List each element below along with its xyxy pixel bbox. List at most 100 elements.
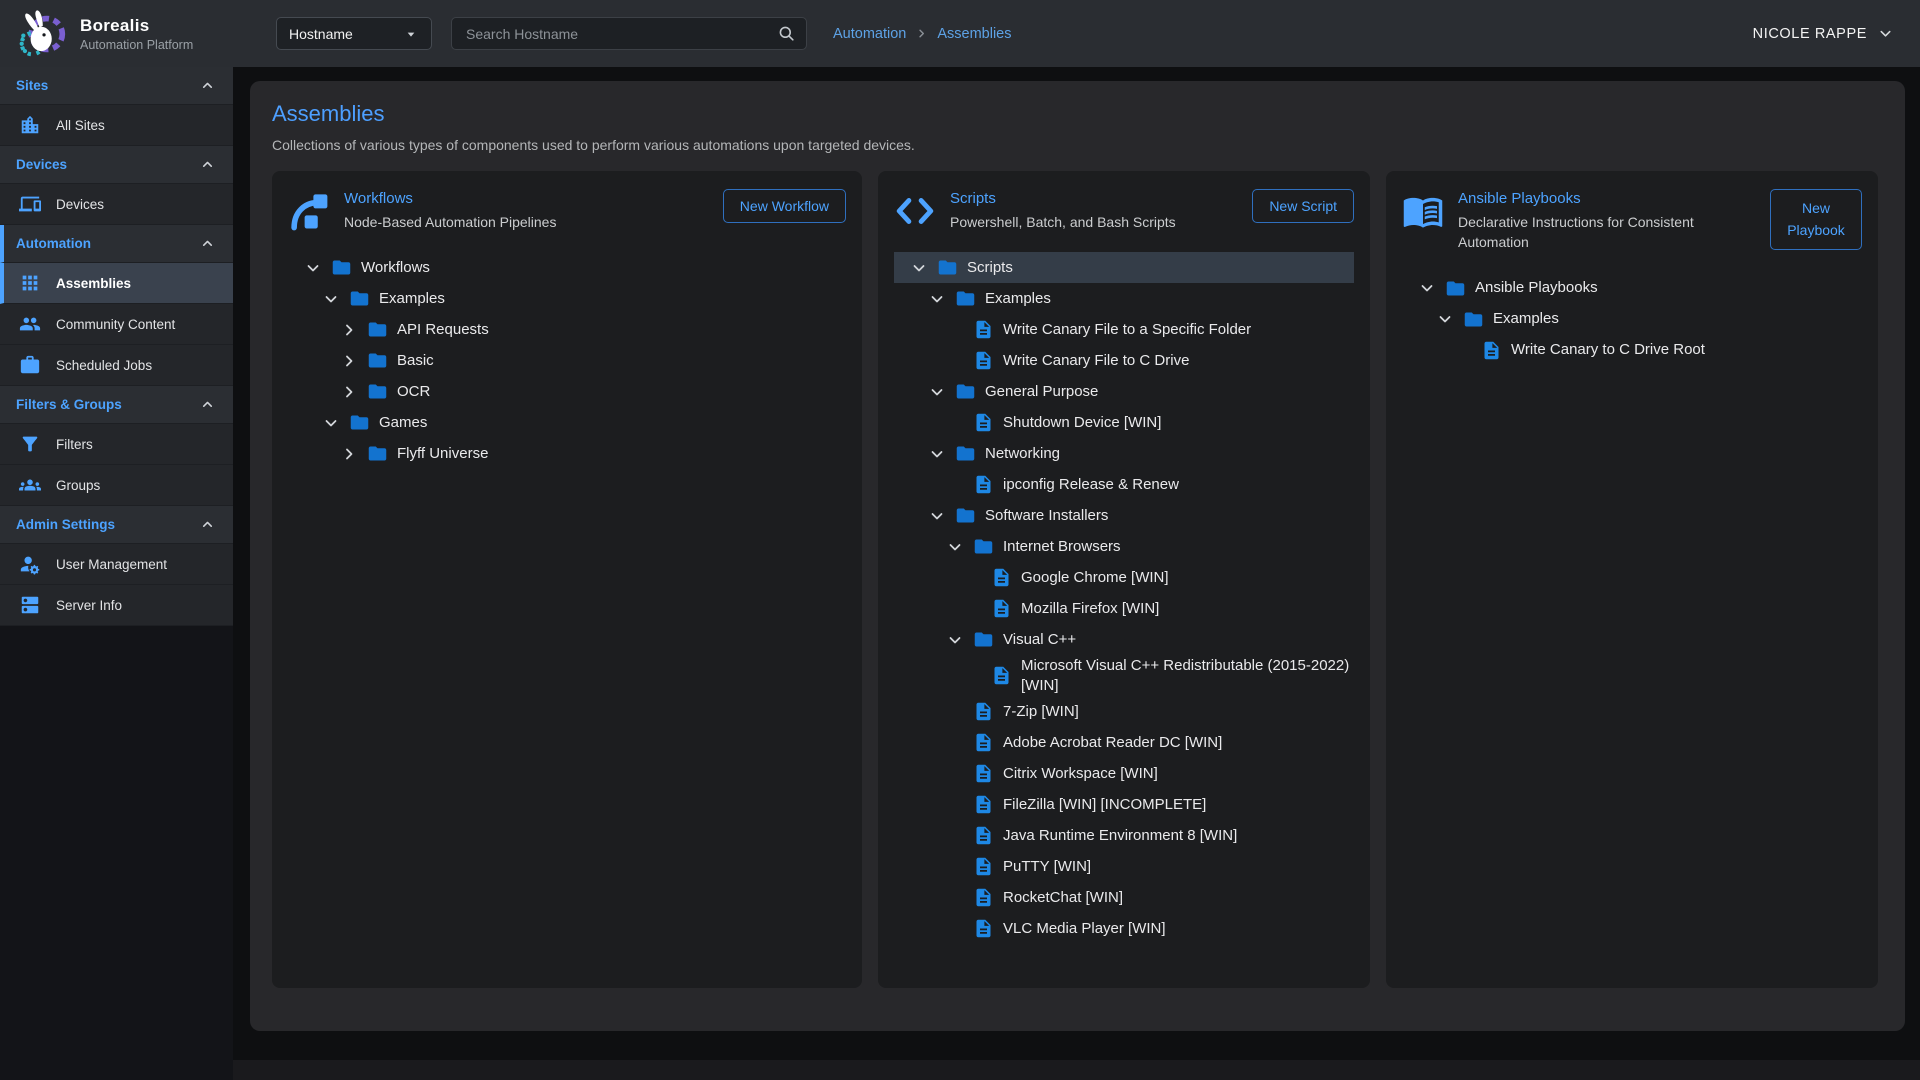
tree-item-workflows[interactable]: Workflows [288, 252, 846, 283]
tree-item-filezilla-win-incomplete[interactable]: FileZilla [WIN] [INCOMPLETE] [894, 789, 1354, 820]
sidebar-item-all-sites[interactable]: All Sites [0, 105, 233, 146]
chevron-down-icon[interactable] [322, 290, 340, 308]
chevron-right-icon[interactable] [340, 321, 358, 339]
new-script-button[interactable]: New Script [1252, 189, 1354, 223]
tree-item-google-chrome-win[interactable]: Google Chrome [WIN] [894, 562, 1354, 593]
chevron-right-icon[interactable] [340, 445, 358, 463]
sidebar-item-label: Assemblies [56, 276, 131, 291]
chevron-down-icon[interactable] [1418, 279, 1436, 297]
tree-item-putty-win[interactable]: PuTTY [WIN] [894, 851, 1354, 882]
tree-item-vlc-media-player-win[interactable]: VLC Media Player [WIN] [894, 913, 1354, 944]
sidebar-section-label: Filters & Groups [16, 397, 122, 412]
chevron-down-icon[interactable] [928, 290, 946, 308]
chevron-right-icon[interactable] [340, 352, 358, 370]
tree-item-adobe-acrobat-reader-dc-win[interactable]: Adobe Acrobat Reader DC [WIN] [894, 727, 1354, 758]
tree-item-internet-browsers[interactable]: Internet Browsers [894, 531, 1354, 562]
tree-item-examples[interactable]: Examples [894, 283, 1354, 314]
chevron-down-icon[interactable] [946, 631, 964, 649]
chevron-down-icon[interactable] [910, 259, 928, 277]
tree-item-networking[interactable]: Networking [894, 438, 1354, 469]
chevron-down-icon[interactable] [1436, 310, 1454, 328]
sidebar-section-automation: Automation Assemblies Community ContentSch… [0, 225, 233, 386]
tree-item-microsoft-visual-c-redistributable-2015-2022-win[interactable]: Microsoft Visual C++ Redistributable (20… [894, 655, 1354, 696]
tree-item-rocketchat-win[interactable]: RocketChat [WIN] [894, 882, 1354, 913]
tree-item-flyff-universe[interactable]: Flyff Universe [288, 438, 846, 469]
sidebar-item-devices[interactable]: Devices [0, 184, 233, 225]
chevron-down-icon[interactable] [322, 414, 340, 432]
tree-indent-spacer [946, 476, 964, 494]
tree-item-java-runtime-environment-8-win[interactable]: Java Runtime Environment 8 [WIN] [894, 820, 1354, 851]
panel-scripts-header: ScriptsPowershell, Batch, and Bash Scrip… [894, 187, 1354, 232]
tree-item-mozilla-firefox-win[interactable]: Mozilla Firefox [WIN] [894, 593, 1354, 624]
tree-item-label: Mozilla Firefox [WIN] [1021, 599, 1159, 619]
tree-indent-spacer [946, 920, 964, 938]
tree-item-scripts[interactable]: Scripts [894, 252, 1354, 283]
sidebar-item-user-management[interactable]: User Management [0, 544, 233, 585]
tree-item-write-canary-file-to-a-specific-folder[interactable]: Write Canary File to a Specific Folder [894, 314, 1354, 345]
sidebar-item-label: Filters [56, 437, 93, 452]
folder-icon [1463, 309, 1484, 330]
tree-item-label: Software Installers [985, 506, 1108, 526]
sidebar-item-label: Server Info [56, 598, 122, 613]
tree-item-shutdown-device-win[interactable]: Shutdown Device [WIN] [894, 407, 1354, 438]
new-playbook-button[interactable]: New Playbook [1770, 189, 1862, 250]
tree-item-7-zip-win[interactable]: 7-Zip [WIN] [894, 696, 1354, 727]
sidebar-item-assemblies[interactable]: Assemblies [0, 263, 233, 304]
breadcrumb-assemblies[interactable]: Assemblies [937, 26, 1011, 42]
tree-item-ocr[interactable]: OCR [288, 376, 846, 407]
user-menu[interactable]: NICOLE RAPPE [1753, 25, 1894, 42]
tree-item-label: Microsoft Visual C++ Redistributable (20… [1021, 656, 1354, 695]
breadcrumb-automation[interactable]: Automation [833, 26, 906, 42]
file-icon [973, 763, 994, 784]
hostname-selector[interactable]: Hostname [276, 17, 432, 50]
chevron-down-icon[interactable] [928, 445, 946, 463]
folder-icon [955, 443, 976, 464]
tree-item-ipconfig-release-renew[interactable]: ipconfig Release & Renew [894, 469, 1354, 500]
search-input[interactable] [464, 25, 777, 43]
tree-item-examples[interactable]: Examples [288, 283, 846, 314]
tree-item-basic[interactable]: Basic [288, 345, 846, 376]
folder-icon [973, 629, 994, 650]
tree-item-api-requests[interactable]: API Requests [288, 314, 846, 345]
sidebar-item-filters[interactable]: Filters [0, 424, 233, 465]
search-icon[interactable] [777, 24, 796, 43]
tree-item-software-installers[interactable]: Software Installers [894, 500, 1354, 531]
sidebar-item-scheduled-jobs[interactable]: Scheduled Jobs [0, 345, 233, 386]
sidebar-section-header-filters-groups[interactable]: Filters & Groups [0, 386, 233, 424]
chevron-down-icon[interactable] [304, 259, 322, 277]
sidebar-item-server-info[interactable]: Server Info [0, 585, 233, 626]
brand-name: Borealis [80, 16, 193, 36]
tree-item-citrix-workspace-win[interactable]: Citrix Workspace [WIN] [894, 758, 1354, 789]
tree-item-general-purpose[interactable]: General Purpose [894, 376, 1354, 407]
tree-item-games[interactable]: Games [288, 407, 846, 438]
sidebar-section-header-admin-settings[interactable]: Admin Settings [0, 506, 233, 544]
tree-item-label: General Purpose [985, 382, 1098, 402]
tree-item-write-canary-to-c-drive-root[interactable]: Write Canary to C Drive Root [1402, 335, 1862, 366]
sidebar-item-community-content[interactable]: Community Content [0, 304, 233, 345]
folder-icon [973, 536, 994, 557]
chevron-up-icon [200, 517, 215, 532]
sidebar-item-label: Devices [56, 197, 104, 212]
sidebar-section-header-sites[interactable]: Sites [0, 67, 233, 105]
panel-playbooks: Ansible PlaybooksDeclarative Instruction… [1386, 171, 1878, 988]
tree-item-write-canary-file-to-c-drive[interactable]: Write Canary File to C Drive [894, 345, 1354, 376]
chevron-up-icon [200, 236, 215, 251]
tree-item-examples[interactable]: Examples [1402, 304, 1862, 335]
tree-item-ansible-playbooks[interactable]: Ansible Playbooks [1402, 273, 1862, 304]
chevron-down-icon[interactable] [928, 383, 946, 401]
tree-item-label: VLC Media Player [WIN] [1003, 919, 1166, 939]
tree-indent-spacer [946, 321, 964, 339]
sidebar-item-groups[interactable]: Groups [0, 465, 233, 506]
chevron-down-icon[interactable] [928, 507, 946, 525]
tree-indent-spacer [946, 414, 964, 432]
chevron-right-icon [915, 27, 928, 40]
new-workflow-button[interactable]: New Workflow [723, 189, 846, 223]
tree-item-visual-c[interactable]: Visual C++ [894, 624, 1354, 655]
page-description: Collections of various types of componen… [272, 137, 1883, 153]
folder-icon [1445, 278, 1466, 299]
sidebar-section-header-devices[interactable]: Devices [0, 146, 233, 184]
chevron-down-icon[interactable] [946, 538, 964, 556]
chevron-right-icon[interactable] [340, 383, 358, 401]
sidebar-section-devices: Devices Devices [0, 146, 233, 225]
sidebar-section-header-automation[interactable]: Automation [0, 225, 233, 263]
